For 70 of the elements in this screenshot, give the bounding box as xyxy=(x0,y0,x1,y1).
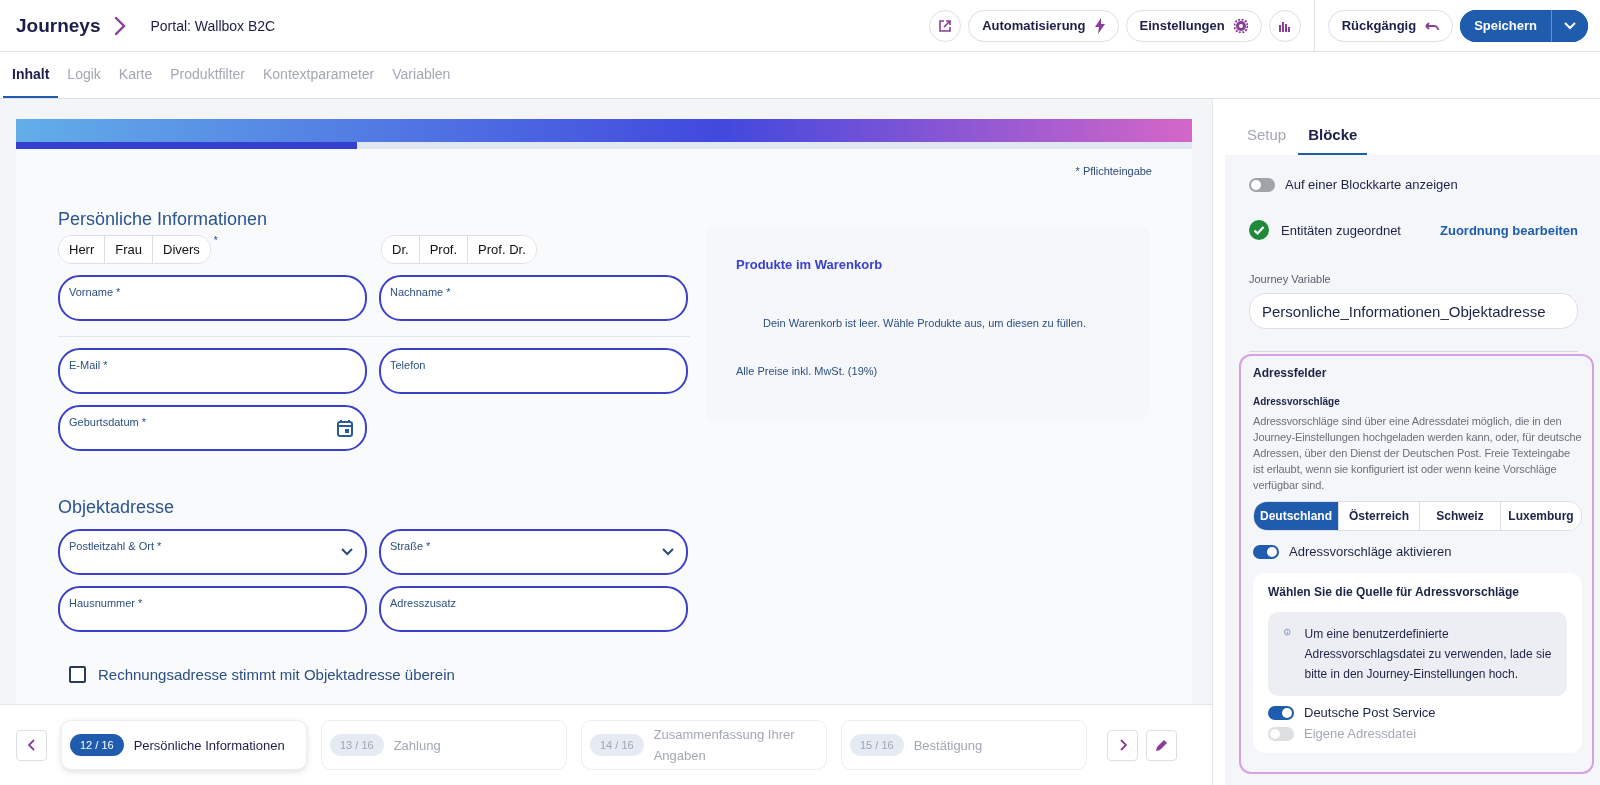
input-field[interactable]: Hausnummer * xyxy=(58,586,367,632)
chevron-right-icon xyxy=(1118,739,1127,751)
dropdown-field[interactable]: Straße * xyxy=(379,529,688,575)
chevron-left-icon xyxy=(27,739,36,751)
empty-cart-message: Dein Warenkorb ist leer. Wähle Produkte aus, um diesen zu füllen. xyxy=(763,317,1088,329)
checkbox-label: Rechnungsadresse stimmt mit Objektadresse überein xyxy=(98,666,455,683)
edit-button[interactable] xyxy=(1146,729,1177,761)
toggle-label: Deutsche Post Service xyxy=(1304,705,1436,720)
statistics-button[interactable] xyxy=(1268,9,1301,42)
checkbox[interactable] xyxy=(69,666,86,683)
country-option[interactable]: Österreich xyxy=(1339,502,1420,530)
bar-chart-icon xyxy=(1278,19,1291,32)
edit-mapping-link[interactable]: Zuordnung bearbeiten xyxy=(1440,222,1578,238)
app-title: Journeys xyxy=(16,14,101,37)
undo-icon xyxy=(1425,20,1440,31)
gear-icon xyxy=(1233,18,1248,33)
country-option[interactable]: Deutschland xyxy=(1254,502,1339,530)
input-field[interactable]: Nachname * xyxy=(379,275,688,321)
required-note: * Pflichteingabe xyxy=(1074,164,1153,177)
automation-button[interactable]: Automatisierung xyxy=(968,9,1119,42)
input-field[interactable]: Adresszusatz xyxy=(379,586,688,632)
pencil-icon xyxy=(1154,738,1169,752)
toggle-label: Eigene Adressdatei xyxy=(1304,726,1417,741)
calendar-icon xyxy=(337,419,353,437)
toggle-label: Auf einer Blockkarte anzeigen xyxy=(1285,177,1458,192)
title-option[interactable]: Prof. xyxy=(419,236,469,263)
toggle-switch[interactable] xyxy=(1268,705,1294,720)
input-field[interactable]: Personliche_Informationen_Objektadresse xyxy=(1249,293,1578,329)
section-heading: Objektadresse xyxy=(58,497,176,518)
input-field[interactable]: Telefon xyxy=(379,348,688,394)
subheading: Adressvorschläge xyxy=(1253,396,1341,407)
status-text: Entitäten zugeordnet xyxy=(1281,222,1402,238)
toggle-switch[interactable] xyxy=(1249,177,1275,192)
salutation-option[interactable]: Divers xyxy=(153,236,210,263)
toggle-label: Adressvorschläge aktivieren xyxy=(1289,544,1452,559)
next-button[interactable] xyxy=(1107,729,1138,761)
input-field[interactable]: E-Mail * xyxy=(58,348,367,394)
field-label: Journey Variable xyxy=(1249,273,1332,285)
settings-button[interactable]: Einstellungen xyxy=(1125,9,1262,42)
check-circle-icon xyxy=(1249,220,1269,240)
chevron-down-icon xyxy=(1564,21,1576,30)
title-option[interactable]: Dr. xyxy=(382,236,420,263)
external-link-icon xyxy=(938,18,953,33)
toggle-switch[interactable] xyxy=(1253,544,1279,559)
card-title: Adressfelder xyxy=(1253,366,1328,380)
country-option[interactable]: Luxemburg xyxy=(1501,502,1581,530)
previous-button[interactable] xyxy=(16,729,47,761)
title-option[interactable]: Prof. Dr. xyxy=(468,236,536,263)
journey-name: Portal: Wallbox B2C xyxy=(150,17,276,34)
undo-button[interactable]: Rückgängig xyxy=(1327,9,1454,42)
price-note: Alle Preise inkl. MwSt. (19%) xyxy=(736,365,879,377)
info-text: Um eine benutzerdefinierte Adressvorschlagsdatei zu verwenden, lade sie bitte in den Journey-Einstellungen hoch. xyxy=(1304,626,1553,683)
salutation-option[interactable]: Herr xyxy=(59,236,106,263)
dropdown-field[interactable]: Postleitzahl & Ort * xyxy=(58,529,367,575)
section-heading: Persönliche Informationen xyxy=(58,209,269,230)
chevron-down-icon xyxy=(341,548,353,556)
required-mark: * xyxy=(213,235,218,246)
open-external-button[interactable] xyxy=(929,9,962,42)
description-text: Adressvorschläge sind über eine Adressdatei möglich, die in den Journey-Einstellungen hochgeladen werden kann, oder, für deutsche Adressen, über den Dienst der Deutschen Post. Freie Texteingabe ist erlaubt, wenn sie konfiguriert ist oder wenn keine Vorschläge verfügbar sind. xyxy=(1253,414,1582,493)
input-field[interactable]: Vorname * xyxy=(58,275,367,321)
chevron-down-icon xyxy=(662,548,674,556)
step-card[interactable]: 12 / 16 Persönliche Informationen xyxy=(61,720,307,770)
country-option[interactable]: Schweiz xyxy=(1420,502,1501,530)
save-button[interactable]: Speichern xyxy=(1460,9,1552,42)
lightning-icon xyxy=(1094,17,1105,34)
card-title: Wählen Sie die Quelle für Adressvorschläge xyxy=(1268,585,1520,599)
chevron-right-icon xyxy=(114,15,127,36)
cart-title: Produkte im Warenkorb xyxy=(736,257,884,272)
date-field[interactable]: Geburtsdatum * xyxy=(58,405,367,451)
salutation-option[interactable]: Frau xyxy=(105,236,153,263)
